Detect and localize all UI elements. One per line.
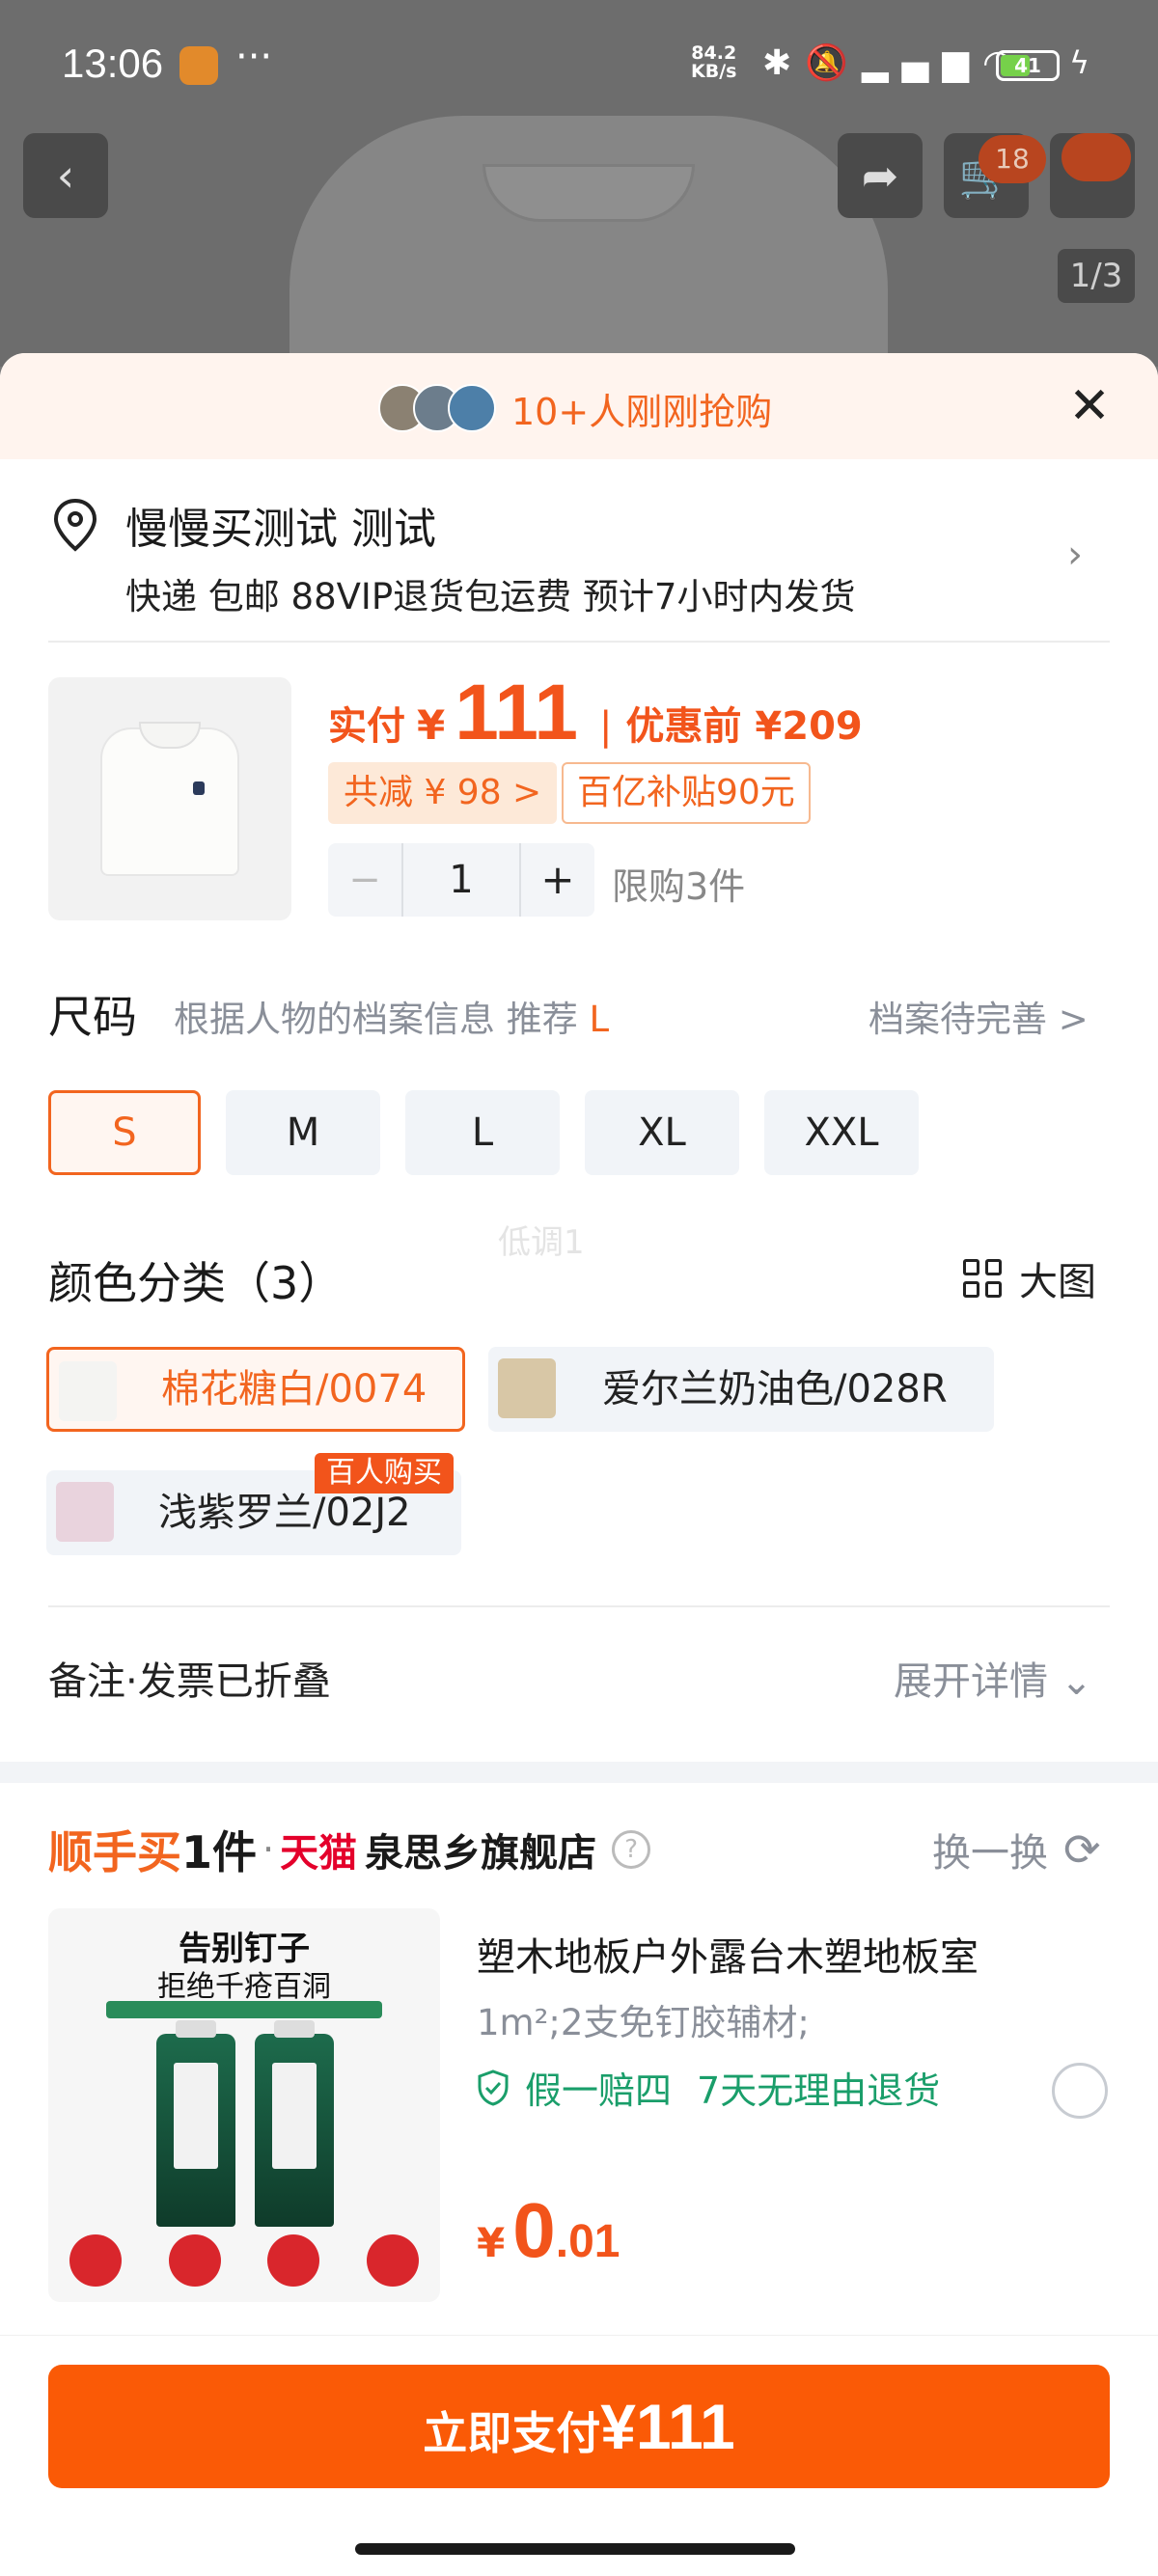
share-icon: ➦ [861,150,899,202]
more-notifications-icon: ··· [235,35,273,79]
decrease-button[interactable]: − [328,843,401,917]
price-separator: | [599,704,613,749]
bundle-item-name[interactable]: 塑木地板户外露台木塑地板室 [477,1926,979,1982]
image-subheadline: 拒绝千疮百洞 [157,1970,331,2004]
pay-now-button[interactable]: 立即支付¥111 [48,2365,1110,2488]
charging-icon: ϟ [1069,44,1090,81]
size-recommendation: 根据人物的档案信息 推荐 L [174,999,610,1040]
original-price-label: 优惠前 ¥209 [625,704,863,749]
subsidy-tag: 百亿补贴90元 [562,762,811,824]
currency-symbol: ¥ [417,701,446,749]
purchase-limit: 限购3件 [612,865,746,908]
shipping-info: 快递 包邮 88VIP退货包运费 预计7小时内发货 [125,576,856,617]
refresh-icon: ⟳ [1063,1823,1101,1876]
bundle-title: 顺手买1件 [48,1826,258,1878]
battery-icon: 41 [996,50,1060,81]
close-icon: ✕ [1068,377,1111,435]
color-option-label: 爱尔兰奶油色/028R [602,1367,948,1411]
watermark: 低调1 [498,1223,585,1262]
size-option-xl[interactable]: XL [585,1090,739,1175]
price-row: 实付 ¥ 111 | 优惠前 ¥209 [328,668,863,756]
grid-icon [963,1259,1002,1298]
image-pager: 1/3 [1058,249,1135,303]
expand-details-button[interactable]: 展开详情 ⌄ [894,1650,1092,1706]
color-title: 颜色分类（3） [48,1257,344,1309]
shirt-logo [193,781,205,795]
bundle-item-spec: 1m²;2支免钉胶辅材; [477,2002,810,2043]
big-image-toggle[interactable]: 大图 [963,1250,1096,1306]
bundle-price: ¥ 0 .01 [477,2187,620,2273]
avatar [448,384,496,432]
mute-icon: 🔕 [805,43,862,83]
color-option-2[interactable]: 爱尔兰奶油色/028R [488,1347,994,1432]
quantity-stepper: − 1 + [328,843,594,917]
status-icons: ✱🔕▂▄▆◠ [762,42,1026,83]
message-icon [1062,133,1131,181]
size-option-l[interactable]: L [405,1090,560,1175]
size-option-s[interactable]: S [48,1090,201,1175]
store-name[interactable]: 泉思乡旗舰店 [365,1822,596,1877]
share-button[interactable]: ➦ [838,133,923,218]
color-swatch [498,1358,556,1418]
hot-sale-badge: 百人购买 [315,1453,454,1494]
status-bar: 13:06 ··· 84.2KB/s ✱🔕▂▄▆◠ 41 ϟ [0,0,1158,125]
size-option-m[interactable]: M [226,1090,380,1175]
product-photo-collar [482,164,695,222]
network-speed: 84.2 KB/s [691,42,737,82]
glue-tube-image [156,2020,235,2227]
purchase-sheet: 10+人刚刚抢购 ✕ 慢慢买测试 测试 快递 包邮 88VIP退货包运费 预计7… [0,353,1158,2576]
app-notification-icon [179,46,218,85]
bundle-select-radio[interactable] [1052,2063,1108,2119]
status-time: 13:06 [62,41,164,86]
bundle-product-image[interactable]: 告别钉子 拒绝千疮百洞 [48,1908,440,2302]
location-pin-icon [53,498,97,552]
shirt-image [102,729,237,874]
cart-count-badge: 18 [979,135,1046,183]
guarantee-fake-compensation: 假一赔四 [525,2069,673,2112]
divider [48,1605,1110,1607]
back-button[interactable]: ‹ [23,133,108,218]
bluetooth-icon: ✱ [762,43,806,83]
color-option-label: 棉花糖白/0074 [161,1367,427,1411]
glue-tube-image [255,2020,334,2227]
buyer-avatars [378,384,504,432]
help-icon[interactable]: ? [612,1830,651,1869]
big-image-label: 大图 [1019,1260,1096,1304]
sheet-header: 10+人刚刚抢购 ✕ [0,353,1158,459]
address-name[interactable]: 慢慢买测试 测试 [125,494,436,556]
pay-price: 111 [455,669,578,756]
divider [48,641,1110,643]
color-swatch [59,1361,117,1421]
tmall-logo: 天猫 [280,1831,358,1876]
section-separator [0,1762,1158,1783]
image-feature-strip [106,2001,382,2018]
shield-check-icon [478,2069,509,2106]
bundle-section-title: 顺手买1件 · 天猫 泉思乡旗舰店 ? [48,1818,651,1881]
notes-invoice-collapsed: 备注·发票已折叠 [48,1659,331,1704]
product-photo [290,116,888,367]
product-thumbnail[interactable] [48,677,291,920]
size-option-xxl[interactable]: XXL [764,1090,919,1175]
guarantee-return: 7天无理由退货 [697,2069,941,2112]
close-button[interactable]: ✕ [1062,378,1117,434]
profile-incomplete-link[interactable]: 档案待完善 > [868,990,1089,1042]
guarantee-row: 假一赔四 7天无理由退货 [477,2061,940,2114]
quantity-value[interactable]: 1 [401,843,521,917]
signal-icon: ▂▄▆ [862,43,983,83]
home-indicator[interactable] [355,2543,795,2555]
size-title: 尺码 [48,991,137,1043]
chevron-down-icon: ⌄ [1060,1659,1093,1704]
chevron-right-icon[interactable]: › [1067,533,1083,577]
increase-button[interactable]: + [521,843,594,917]
chevron-left-icon: ‹ [56,150,75,202]
pay-label: 实付 [328,704,405,749]
pay-bar: 立即支付¥111 [0,2335,1158,2576]
feature-icons [69,2234,419,2287]
rush-buy-text: 10+人刚刚抢购 [511,391,773,433]
color-swatch [56,1482,114,1542]
discount-tag[interactable]: 共减 ¥ 98 > [328,762,558,824]
swap-button[interactable]: 换一换 ⟳ [932,1822,1101,1877]
color-option-1[interactable]: 棉花糖白/0074 [46,1347,465,1432]
